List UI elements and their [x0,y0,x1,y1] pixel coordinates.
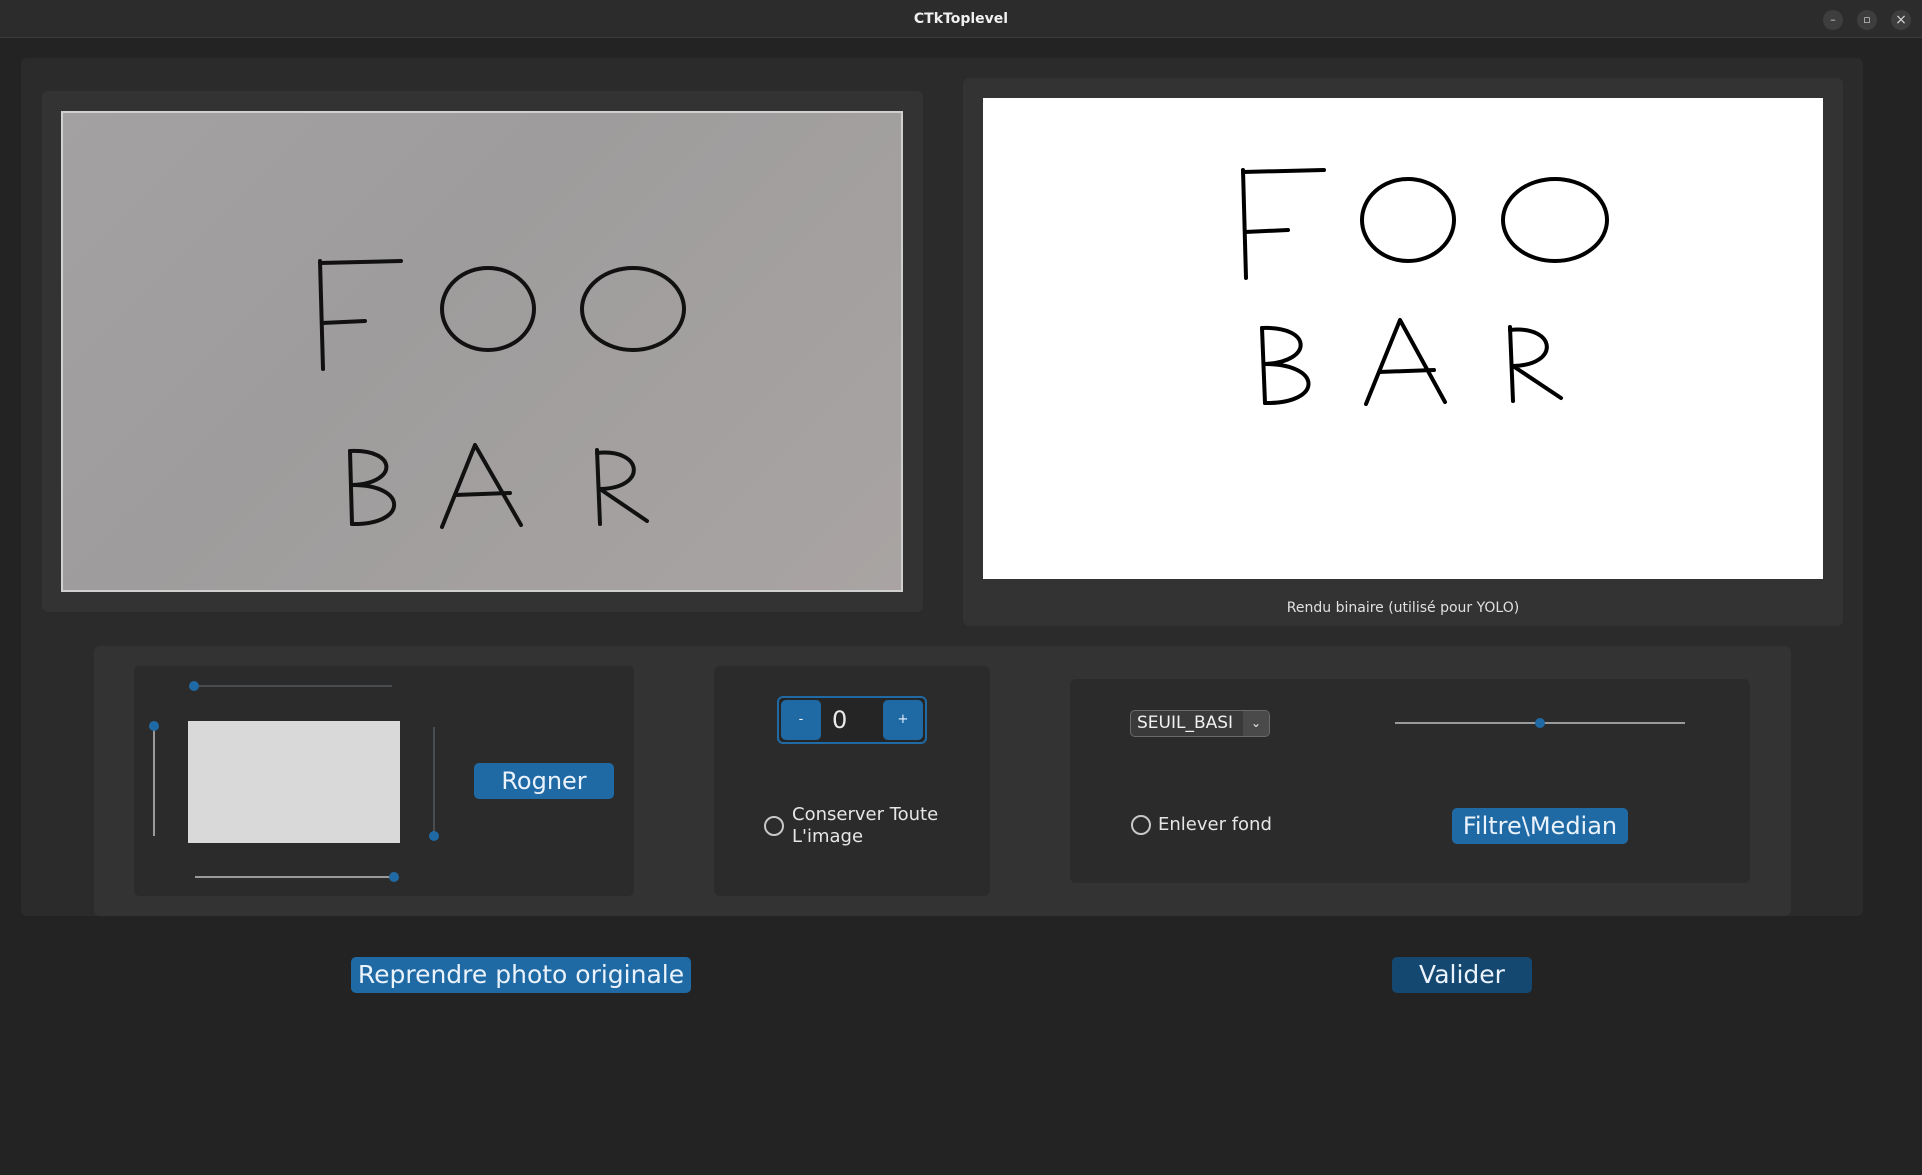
threshold-slider-handle[interactable] [1535,718,1545,728]
minimize-button[interactable]: – [1823,10,1843,30]
crop-top-slider-handle[interactable] [189,681,199,691]
keep-image-radio[interactable] [764,816,784,836]
keep-image-label-line1: Conserver Toute [792,804,939,825]
crop-bottom-slider-handle[interactable] [389,872,399,882]
keep-image-label: Conserver Toute L'image [792,804,982,848]
crop-left-slider-handle[interactable] [149,721,159,731]
remove-background-radio[interactable] [1131,815,1151,835]
rotation-value[interactable]: 0 [824,700,880,740]
remove-background-label: Enlever fond [1158,814,1272,835]
method-dropdown[interactable]: SEUIL_BASI ⌄ [1130,710,1270,737]
crop-right-slider-handle[interactable] [429,831,439,841]
crop-top-slider[interactable] [194,685,392,687]
binary-image [983,98,1823,579]
reset-photo-button[interactable]: Reprendre photo originale [351,957,691,993]
rotation-plus-button[interactable]: + [883,700,923,740]
crop-bottom-slider[interactable] [195,876,393,878]
chevron-down-icon: ⌄ [1243,711,1269,736]
window-title: CTkToplevel [913,11,1009,27]
validate-button[interactable]: Valider [1392,957,1532,993]
method-dropdown-value: SEUIL_BASI [1137,713,1234,733]
original-handwriting [318,259,686,529]
crop-preview [188,721,400,843]
binary-caption: Rendu binaire (utilisé pour YOLO) [1286,600,1520,616]
crop-right-slider[interactable] [433,727,435,837]
binary-handwriting [1241,168,1609,406]
crop-left-slider[interactable] [153,726,155,836]
original-image [61,111,903,592]
maximize-button[interactable]: ▫ [1857,10,1877,30]
rotation-minus-button[interactable]: - [781,700,821,740]
close-button[interactable]: × [1891,10,1911,30]
crop-button[interactable]: Rogner [474,763,614,799]
keep-image-label-line2: L'image [792,826,864,847]
title-bar: CTkToplevel – ▫ × [0,0,1922,38]
median-filter-button[interactable]: Filtre\Median [1452,808,1628,844]
